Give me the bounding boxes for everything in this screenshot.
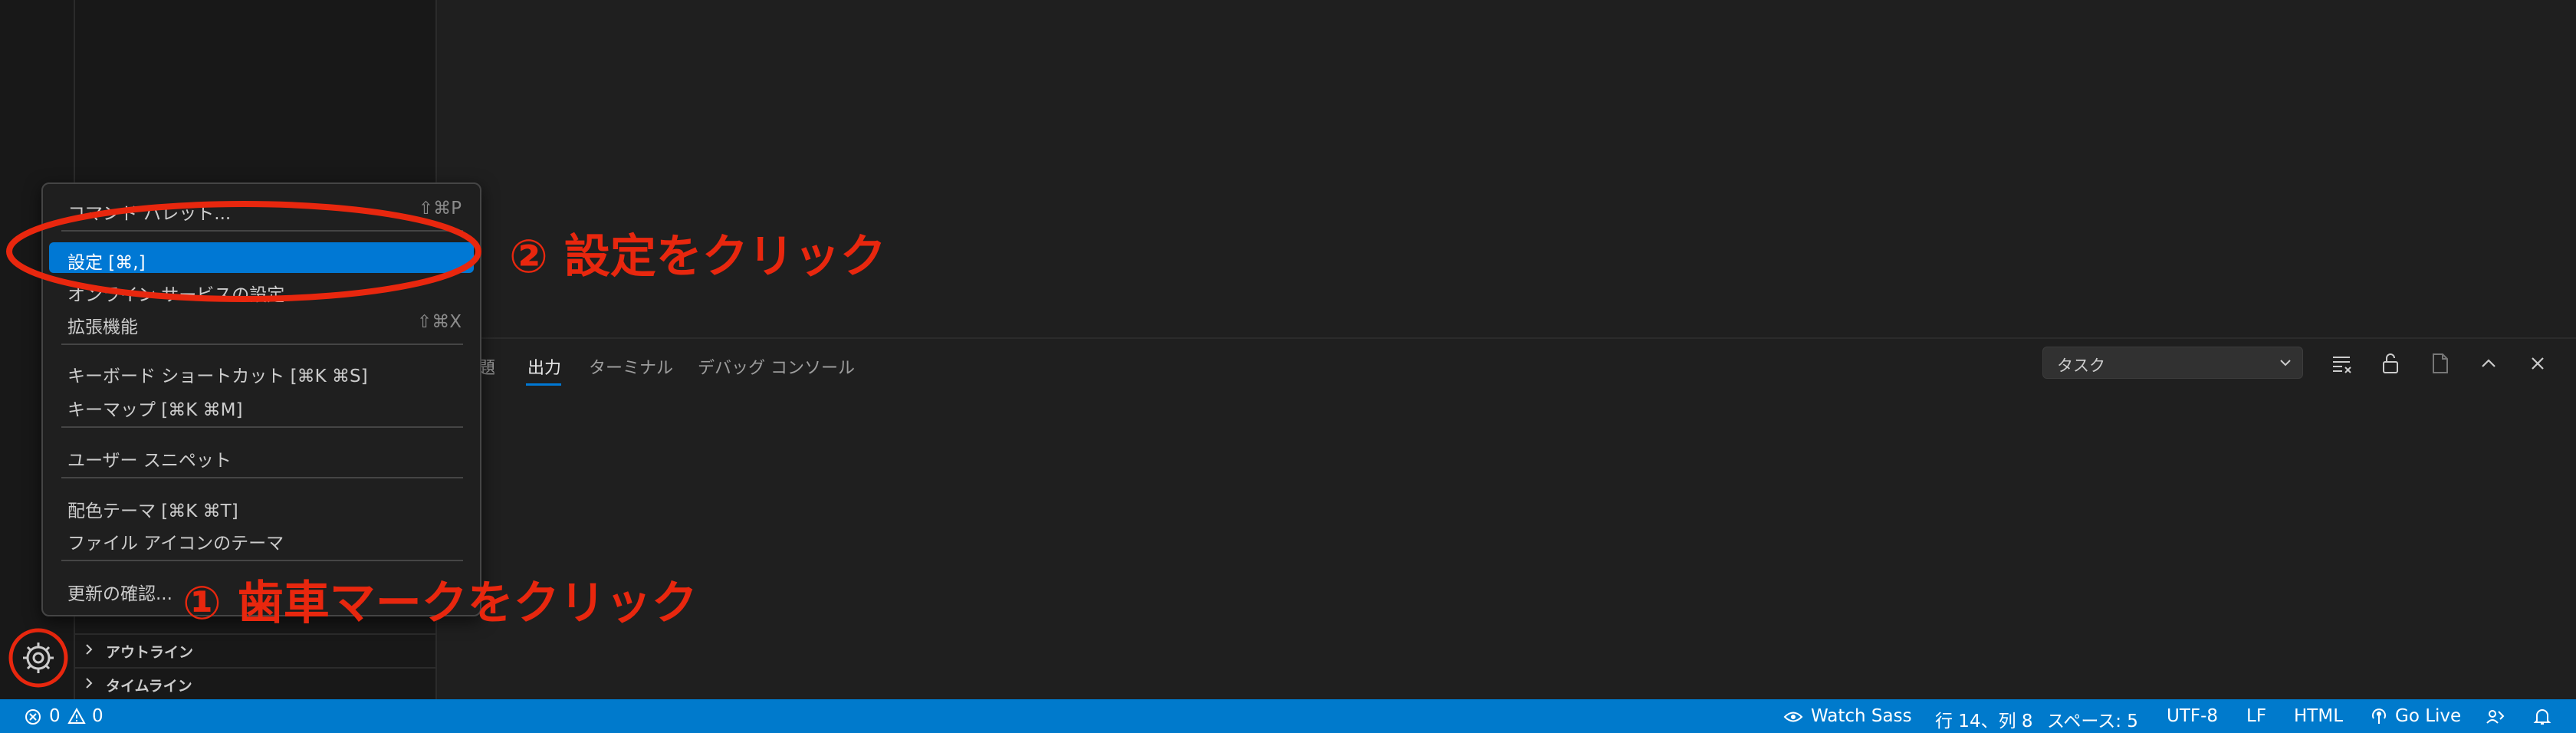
active-tab-indicator [526, 383, 561, 386]
chevron-right-icon [86, 678, 93, 689]
bell-icon[interactable] [2533, 707, 2551, 727]
menu-item-color-theme[interactable]: 配色テーマ [⌘K ⌘T] [49, 491, 474, 521]
eye-icon [1783, 712, 1803, 722]
menu-item-shortcut: ⇧⌘X [416, 312, 462, 332]
menu-separator [61, 477, 463, 478]
menu-item-label: キーマップ [⌘K ⌘M] [67, 400, 243, 420]
menu-separator [61, 343, 463, 345]
feedback-icon[interactable] [2486, 708, 2505, 726]
broadcast-icon [2372, 708, 2386, 724]
menu-item-user-snippets[interactable]: ユーザー スニペット [49, 440, 474, 471]
status-bar: 0 0 Watch Sass 行 14、列 8 スペース: 5 UTF-8 LF… [0, 699, 2576, 733]
menu-item-label: 拡張機能 [67, 317, 138, 337]
warning-icon [67, 708, 86, 724]
annotation-step1: ① 歯車マークをクリック [182, 577, 698, 630]
language-mode[interactable]: HTML [2294, 706, 2343, 726]
gear-icon[interactable] [8, 627, 69, 689]
watch-sass-button[interactable]: Watch Sass [1811, 706, 1912, 726]
tab-terminal[interactable]: ターミナル [589, 354, 673, 379]
open-log-file-icon[interactable] [2426, 350, 2453, 377]
menu-item-label: 配色テーマ [⌘K ⌘T] [67, 501, 238, 521]
menu-item-keyboard-shortcuts[interactable]: キーボード ショートカット [⌘K ⌘S] [49, 356, 474, 386]
go-live-button[interactable]: Go Live [2395, 706, 2461, 726]
outline-section-label: アウトライン [106, 644, 194, 661]
timeline-section-header[interactable]: タイムライン [75, 667, 435, 699]
bottom-panel [437, 337, 2576, 701]
end-of-line[interactable]: LF [2246, 706, 2266, 726]
indentation[interactable]: スペース: 5 [2047, 706, 2138, 732]
error-count[interactable]: 0 [49, 706, 61, 726]
error-icon [25, 709, 41, 725]
menu-separator [61, 426, 463, 428]
maximize-panel-icon[interactable] [2475, 350, 2502, 377]
output-channel-select[interactable]: タスク [2042, 347, 2303, 379]
chevron-right-icon [86, 644, 93, 655]
annotation-ellipse [6, 201, 481, 302]
outline-section-header[interactable]: アウトライン [75, 633, 435, 666]
tab-debug-console[interactable]: デバッグ コンソール [698, 354, 855, 379]
annotation-step2: ② 設定をクリック [509, 230, 886, 284]
timeline-section-label: タイムライン [106, 678, 192, 695]
menu-item-label: 更新の確認... [67, 584, 172, 604]
unlock-icon[interactable] [2377, 350, 2404, 377]
warning-count[interactable]: 0 [92, 706, 104, 726]
chevron-down-icon [2280, 360, 2291, 366]
menu-item-keymaps[interactable]: キーマップ [⌘K ⌘M] [49, 390, 474, 420]
tab-output[interactable]: 出力 [527, 354, 561, 379]
close-panel-icon[interactable] [2524, 350, 2551, 377]
menu-item-label: ファイル アイコンのテーマ [67, 534, 284, 554]
cursor-position[interactable]: 行 14、列 8 [1935, 706, 2033, 732]
menu-separator [61, 560, 463, 561]
menu-item-label: ユーザー スニペット [67, 451, 232, 471]
output-channel-label: タスク [2057, 357, 2105, 375]
menu-item-extensions[interactable]: 拡張機能 ⇧⌘X [49, 307, 474, 337]
menu-item-file-icon-theme[interactable]: ファイル アイコンのテーマ [49, 523, 474, 554]
clear-output-icon[interactable] [2328, 350, 2355, 377]
encoding[interactable]: UTF-8 [2167, 706, 2218, 726]
menu-item-label: キーボード ショートカット [⌘K ⌘S] [67, 366, 368, 386]
